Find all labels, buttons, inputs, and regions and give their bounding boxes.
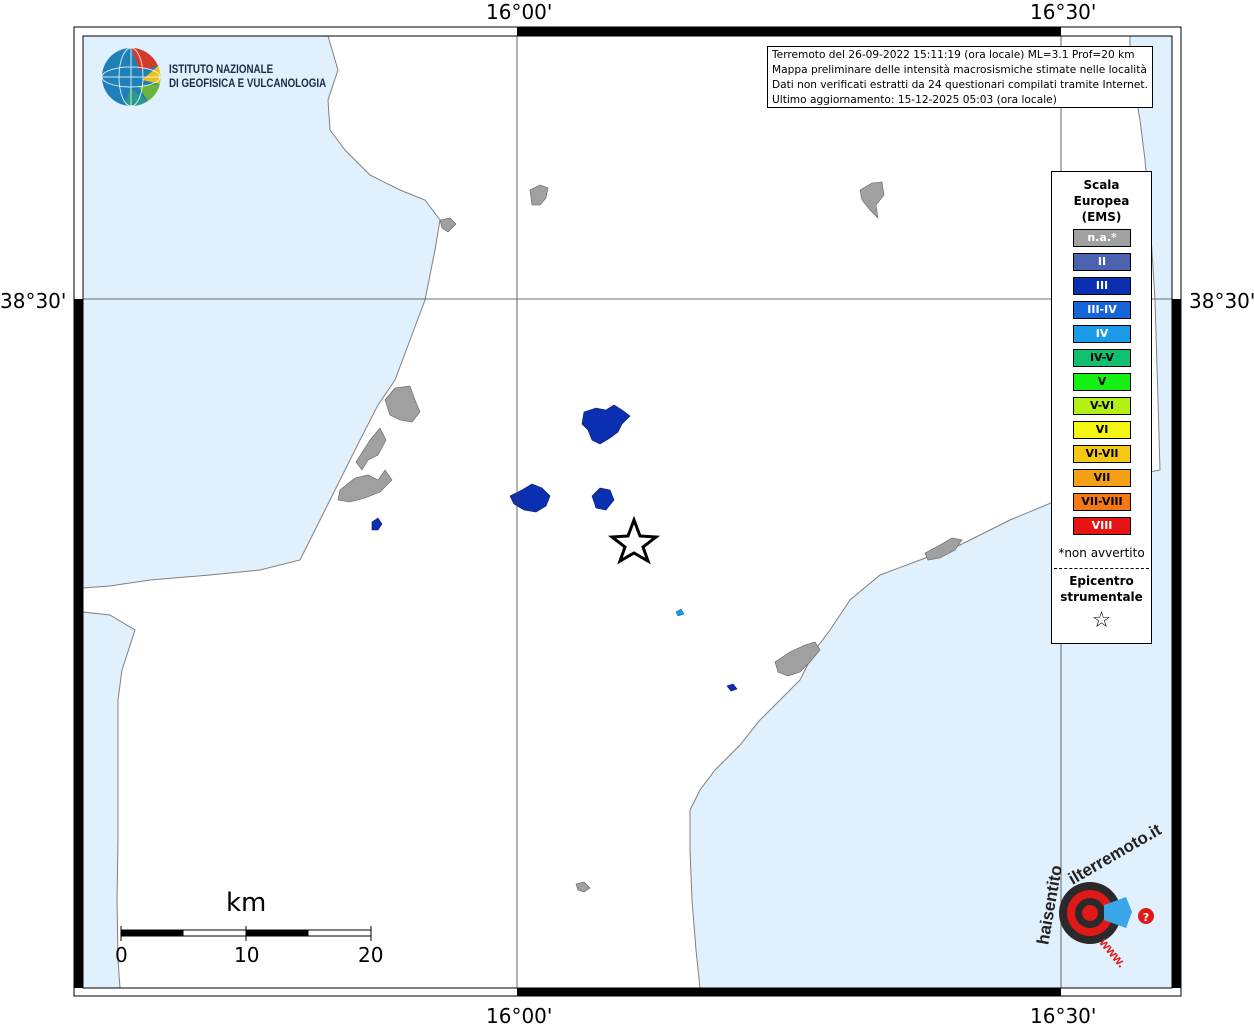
legend-swatch: VIII bbox=[1073, 517, 1131, 535]
legend-swatch: V bbox=[1073, 373, 1131, 391]
lon-label-bottom-left: 16°00' bbox=[486, 1004, 553, 1028]
legend-divider bbox=[1054, 568, 1149, 569]
scale-label-0: 0 bbox=[115, 943, 128, 967]
ems-legend: Scala Europea (EMS) n.a.* II III III-IV IV IV… bbox=[1051, 171, 1152, 644]
lon-label-top-right: 16°30' bbox=[1030, 0, 1097, 24]
event-info-box: Terremoto del 26-09-2022 15:11:19 (ora l… bbox=[767, 46, 1153, 108]
institute-line1: ISTITUTO NAZIONALE bbox=[169, 64, 274, 76]
legend-note: *non avvertito bbox=[1058, 546, 1145, 560]
legend-epicentre-line2: strumentale bbox=[1060, 590, 1143, 604]
institute-line2: DI GEOFISICA E VULCANOLOGIA bbox=[169, 78, 327, 90]
legend-swatch: VII-VIII bbox=[1073, 493, 1131, 511]
legend-swatch: IV-V bbox=[1073, 349, 1131, 367]
legend-swatch: VI bbox=[1073, 421, 1131, 439]
lon-label-top-left: 16°00' bbox=[486, 0, 553, 24]
svg-text:?: ? bbox=[1143, 911, 1149, 924]
legend-star-icon: ☆ bbox=[1091, 608, 1112, 633]
legend-swatch: VII bbox=[1073, 469, 1131, 487]
legend-swatch: III-IV bbox=[1073, 301, 1131, 319]
scale-label-20: 20 bbox=[358, 943, 384, 967]
legend-swatch: III bbox=[1073, 277, 1131, 295]
legend-epicentre-line1: Epicentro bbox=[1069, 574, 1134, 588]
scale-unit: km bbox=[226, 888, 267, 918]
legend-title: Scala Europea (EMS) bbox=[1052, 177, 1151, 225]
legend-title-line3: (EMS) bbox=[1081, 210, 1122, 224]
institute-name: ISTITUTO NAZIONALE DI GEOFISICA E VULCAN… bbox=[169, 63, 326, 91]
event-info-line2: Mappa preliminare delle intensità macros… bbox=[772, 64, 1147, 76]
legend-epicentre-label: Epicentro strumentale bbox=[1052, 573, 1151, 605]
legend-title-line1: Scala bbox=[1083, 178, 1120, 192]
legend-swatch: IV bbox=[1073, 325, 1131, 343]
scale-label-10: 10 bbox=[234, 943, 260, 967]
event-info-line3: Dati non verificati estratti da 24 quest… bbox=[772, 79, 1148, 91]
legend-swatch: II bbox=[1073, 253, 1131, 271]
legend-swatch: n.a.* bbox=[1073, 229, 1131, 247]
event-info-line4: Ultimo aggiornamento: 15-12-2025 05:03 (… bbox=[772, 94, 1057, 106]
legend-swatch: V-VI bbox=[1073, 397, 1131, 415]
event-info-line1: Terremoto del 26-09-2022 15:11:19 (ora l… bbox=[772, 49, 1135, 61]
legend-swatch: VI-VII bbox=[1073, 445, 1131, 463]
legend-title-line2: Europea bbox=[1073, 194, 1130, 208]
lon-label-bottom-right: 16°30' bbox=[1030, 1004, 1097, 1028]
lat-label-left: 38°30' bbox=[0, 289, 67, 313]
ingv-logo-icon bbox=[101, 47, 161, 107]
lat-label-right: 38°30' bbox=[1189, 289, 1254, 313]
